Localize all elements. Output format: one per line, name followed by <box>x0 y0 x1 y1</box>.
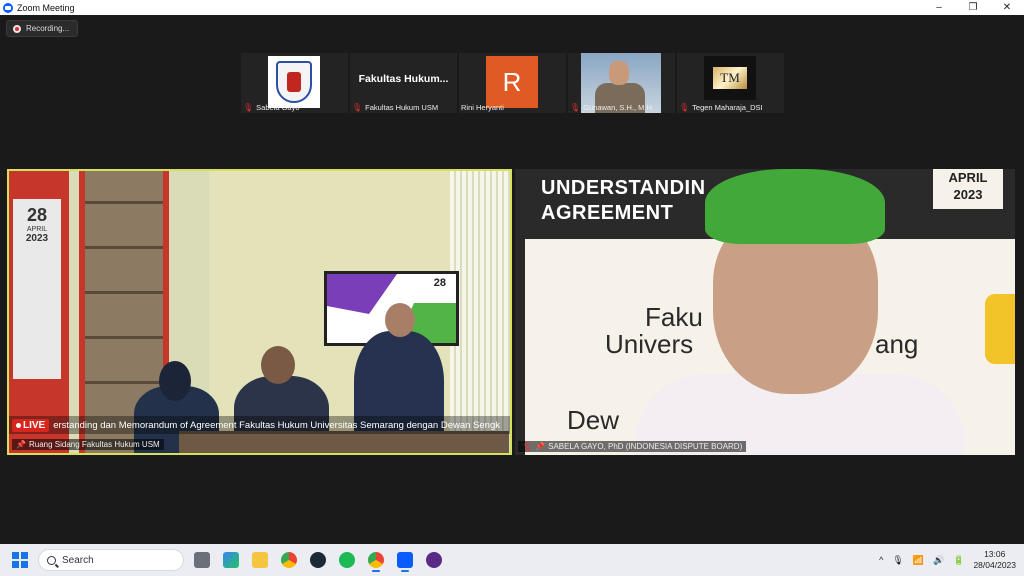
participant-display-name: Fakultas Hukum... <box>358 73 449 85</box>
participant-tile[interactable]: R Rini Heryanti <box>459 53 566 113</box>
mic-muted-icon: 🎙 <box>679 103 690 112</box>
date-banner: 28 APRIL 2023 <box>13 199 61 379</box>
wifi-icon[interactable]: 📶 <box>913 555 924 566</box>
speaker-hair <box>705 169 885 244</box>
chevron-up-icon[interactable]: ^ <box>879 555 883 565</box>
spotify-icon[interactable] <box>335 548 359 572</box>
participant-tile[interactable]: TM 🎙 Tegen Maharaja_DSI <box>677 53 784 113</box>
zoom-taskbar-icon[interactable] <box>393 548 417 572</box>
ticker-text: erstanding dan Memorandum of Agreement F… <box>53 419 500 431</box>
clock-date: 28/04/2023 <box>973 560 1016 570</box>
pin-icon: 📌 <box>16 440 26 449</box>
maximize-button[interactable]: ❐ <box>956 0 990 15</box>
participant-strip: 🎙 Sabela Gayo Fakultas Hukum... 🎙 Fakultas… <box>241 53 784 113</box>
title-bar: Zoom Meeting – ❐ ✕ <box>0 0 1024 15</box>
window-controls: – ❐ ✕ <box>922 0 1024 15</box>
battery-icon[interactable]: 🔋 <box>953 555 964 566</box>
zoom-icon <box>3 2 13 13</box>
participant-name: Fakultas Hukum USM <box>365 103 439 112</box>
live-ticker: LIVE erstanding dan Memorandum of Agreem… <box>9 416 510 434</box>
recording-indicator[interactable]: Recording... <box>6 20 79 37</box>
mic-muted-icon: 🎙 <box>243 103 254 112</box>
taskbar-apps <box>190 548 446 572</box>
system-tray: ^ 🎙 📶 🔊 🔋 13:06 28/04/2023 <box>879 549 1024 571</box>
record-icon <box>13 24 21 33</box>
mic-muted-icon: 🎙 <box>570 103 581 112</box>
volume-icon[interactable]: 🔊 <box>933 555 944 566</box>
file-explorer-icon[interactable] <box>248 548 272 572</box>
room-wall: 28 APRIL 2023 <box>9 171 69 453</box>
meeting-table <box>179 431 509 453</box>
search-icon <box>47 555 56 565</box>
participant-name: Gunawan, S.H., M.H. <box>583 103 655 112</box>
participant-tile[interactable]: 🎙 Gunawan, S.H., M.H. <box>568 53 675 113</box>
close-button[interactable]: ✕ <box>990 0 1024 15</box>
microphone-icon[interactable]: 🎙 <box>892 555 903 566</box>
search-label: Search <box>62 554 94 566</box>
taskbar-search[interactable]: Search <box>38 549 184 571</box>
meeting-area: Recording... 🎙 Sabela Gayo Fakultas Hukum… <box>0 15 1024 544</box>
tm-logo-icon: TM <box>704 56 756 100</box>
pin-icon: 📌 <box>535 442 546 451</box>
live-badge: LIVE <box>12 418 50 432</box>
clock-time: 13:06 <box>984 549 1006 559</box>
windows-start-icon[interactable] <box>12 552 28 568</box>
clock[interactable]: 13:06 28/04/2023 <box>973 549 1016 571</box>
store-icon[interactable] <box>219 548 243 572</box>
recording-label: Recording... <box>26 24 70 33</box>
window-title: Zoom Meeting <box>17 2 75 13</box>
slide-heading: AGREEMENT <box>541 202 674 224</box>
participant-name: Rini Heryanti <box>461 103 504 112</box>
mic-muted-icon: 🎙 <box>352 103 363 112</box>
presenter-video[interactable]: UNDERSTANDIN AGREEMENT APRIL 2023 Faku Un… <box>515 169 1015 455</box>
chrome-profile-icon[interactable] <box>364 548 388 572</box>
window-blinds <box>450 171 510 453</box>
steam-icon[interactable] <box>306 548 330 572</box>
minimize-button[interactable]: – <box>922 0 956 15</box>
participant-name: Sabela Gayo <box>256 103 300 112</box>
avatar: R <box>486 56 538 108</box>
university-logo-icon <box>268 56 320 108</box>
video-name-tag: 🎙 📌 SABELA GAYO, PhD (INDONESIA DISPUTE BO… <box>518 441 747 452</box>
mic-muted-icon: 🎙 <box>522 442 533 451</box>
media-player-icon[interactable] <box>422 548 446 572</box>
video-name-tag: 📌 Ruang Sidang Fakultas Hukum USM <box>12 439 164 450</box>
participant-tile[interactable]: Fakultas Hukum... 🎙 Fakultas Hukum USM <box>350 53 457 113</box>
active-speaker-video[interactable]: 28 APRIL 2023 28 LIVE erstanding dan Mem… <box>7 169 512 455</box>
participant-tile[interactable]: 🎙 Sabela Gayo <box>241 53 348 113</box>
slide-heading: UNDERSTANDIN <box>541 177 706 199</box>
task-view-icon[interactable] <box>190 548 214 572</box>
slide-date: APRIL 2023 <box>933 169 1003 209</box>
participant-name: Tegen Maharaja_DSI <box>692 103 763 112</box>
taskbar: Search ^ 🎙 📶 🔊 🔋 13:06 28/04/2023 <box>0 544 1024 576</box>
chrome-icon[interactable] <box>277 548 301 572</box>
